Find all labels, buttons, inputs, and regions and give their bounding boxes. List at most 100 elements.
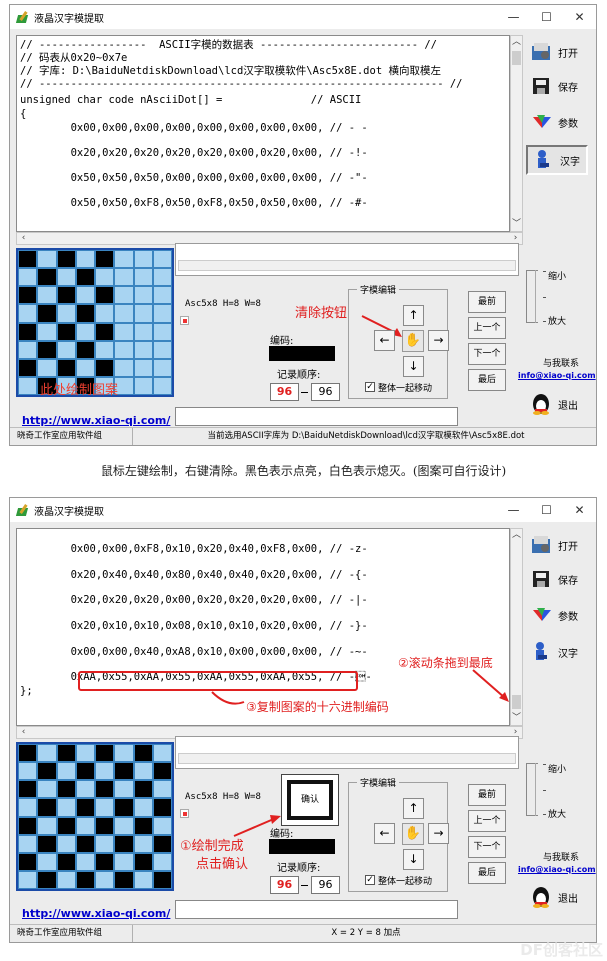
grid-cell[interactable] (56, 304, 76, 323)
open-button[interactable]: 打开 (526, 37, 588, 67)
grid-cell[interactable] (75, 286, 95, 305)
grid-cell[interactable] (114, 250, 134, 269)
last-button[interactable]: 最后 (468, 369, 506, 391)
grid-cell[interactable] (152, 762, 172, 781)
grid-cell[interactable] (56, 816, 76, 835)
grid-cell[interactable] (133, 322, 153, 341)
clear-button[interactable]: ✋ (402, 823, 424, 845)
grid-cell[interactable] (152, 780, 172, 799)
move-all-checkbox[interactable]: ✓ (365, 875, 375, 885)
grid-cell[interactable] (152, 304, 172, 323)
grid-cell[interactable] (18, 870, 38, 889)
grid-cell[interactable] (95, 762, 115, 781)
grid-cell[interactable] (152, 286, 172, 305)
save-button[interactable]: 保存 (526, 71, 588, 101)
grid-cell[interactable] (114, 358, 134, 377)
grid-cell[interactable] (114, 852, 134, 871)
grid-cell[interactable] (75, 852, 95, 871)
grid-cell[interactable] (75, 780, 95, 799)
grid-cell[interactable] (114, 304, 134, 323)
grid-cell[interactable] (133, 762, 153, 781)
grid-cell[interactable] (75, 304, 95, 323)
email-link[interactable]: info@xiao-qi.com (518, 865, 596, 874)
grid-cell[interactable] (95, 268, 115, 287)
move-right-button[interactable]: → (428, 330, 449, 351)
grid-cell[interactable] (133, 870, 153, 889)
exit-button[interactable]: 退出 (526, 389, 588, 419)
grid-cell[interactable] (152, 816, 172, 835)
grid-cell[interactable] (56, 268, 76, 287)
scroll-thumb[interactable] (512, 51, 521, 65)
hanzi-button[interactable]: 汉字 (526, 145, 588, 175)
code-output[interactable]: 0x00,0x00,0xF8,0x10,0x20,0x40,0xF8,0x00,… (16, 528, 510, 726)
grid-cell[interactable] (152, 798, 172, 817)
grid-cell[interactable] (152, 250, 172, 269)
minimize-button[interactable]: — (497, 498, 530, 522)
grid-cell[interactable] (56, 358, 76, 377)
grid-cell[interactable] (133, 798, 153, 817)
grid-cell[interactable] (75, 358, 95, 377)
record-total-field[interactable]: 96 (311, 383, 340, 401)
grid-cell[interactable] (18, 304, 38, 323)
grid-cell[interactable] (114, 286, 134, 305)
grid-cell[interactable] (95, 852, 115, 871)
grid-cell[interactable] (133, 834, 153, 853)
grid-cell[interactable] (133, 340, 153, 359)
grid-cell[interactable] (133, 304, 153, 323)
grid-cell[interactable] (56, 834, 76, 853)
grid-cell[interactable] (56, 322, 76, 341)
grid-cell[interactable] (37, 780, 57, 799)
text-input[interactable] (175, 407, 458, 426)
grid-cell[interactable] (114, 322, 134, 341)
move-left-button[interactable]: ← (374, 823, 395, 844)
text-input[interactable] (175, 900, 458, 919)
exit-button[interactable]: 退出 (526, 882, 588, 912)
grid-cell[interactable] (75, 798, 95, 817)
color-indicator[interactable] (180, 316, 189, 325)
move-up-button[interactable]: ↑ (403, 798, 424, 819)
grid-cell[interactable] (152, 852, 172, 871)
close-button[interactable]: ✕ (563, 498, 596, 522)
grid-cell[interactable] (133, 376, 153, 395)
grid-cell[interactable] (56, 852, 76, 871)
grid-cell[interactable] (56, 340, 76, 359)
grid-cell[interactable] (152, 870, 172, 889)
pattern-grid[interactable] (16, 742, 174, 891)
grid-cell[interactable] (75, 762, 95, 781)
grid-cell[interactable] (37, 762, 57, 781)
move-down-button[interactable]: ↓ (403, 849, 424, 870)
prev-button[interactable]: 上一个 (468, 810, 506, 832)
website-link[interactable]: http://www.xiao-qi.com/ (22, 907, 170, 920)
params-button[interactable]: 参数 (526, 600, 588, 630)
scroll-up-icon[interactable]: ︿ (511, 529, 522, 542)
grid-cell[interactable] (37, 870, 57, 889)
move-up-button[interactable]: ↑ (403, 305, 424, 326)
next-button[interactable]: 下一个 (468, 836, 506, 858)
move-down-button[interactable]: ↓ (403, 356, 424, 377)
grid-cell[interactable] (18, 286, 38, 305)
grid-cell[interactable] (95, 798, 115, 817)
code-output[interactable]: // ----------------- ASCII字模的数据表 -------… (16, 35, 510, 232)
grid-cell[interactable] (114, 340, 134, 359)
scroll-left-icon[interactable]: ‹ (17, 727, 30, 738)
grid-cell[interactable] (18, 268, 38, 287)
grid-cell[interactable] (75, 816, 95, 835)
maximize-button[interactable]: ☐ (530, 5, 563, 29)
grid-cell[interactable] (133, 852, 153, 871)
grid-cell[interactable] (37, 358, 57, 377)
grid-cell[interactable] (152, 744, 172, 763)
grid-cell[interactable] (133, 286, 153, 305)
grid-cell[interactable] (95, 870, 115, 889)
grid-cell[interactable] (152, 340, 172, 359)
grid-cell[interactable] (18, 744, 38, 763)
grid-cell[interactable] (114, 268, 134, 287)
grid-cell[interactable] (95, 834, 115, 853)
record-current-field[interactable]: 96 (270, 383, 299, 401)
grid-cell[interactable] (152, 268, 172, 287)
grid-cell[interactable] (18, 798, 38, 817)
grid-cell[interactable] (95, 304, 115, 323)
grid-cell[interactable] (18, 816, 38, 835)
confirm-button[interactable]: 确认 (281, 774, 339, 826)
grid-cell[interactable] (37, 834, 57, 853)
grid-cell[interactable] (114, 744, 134, 763)
